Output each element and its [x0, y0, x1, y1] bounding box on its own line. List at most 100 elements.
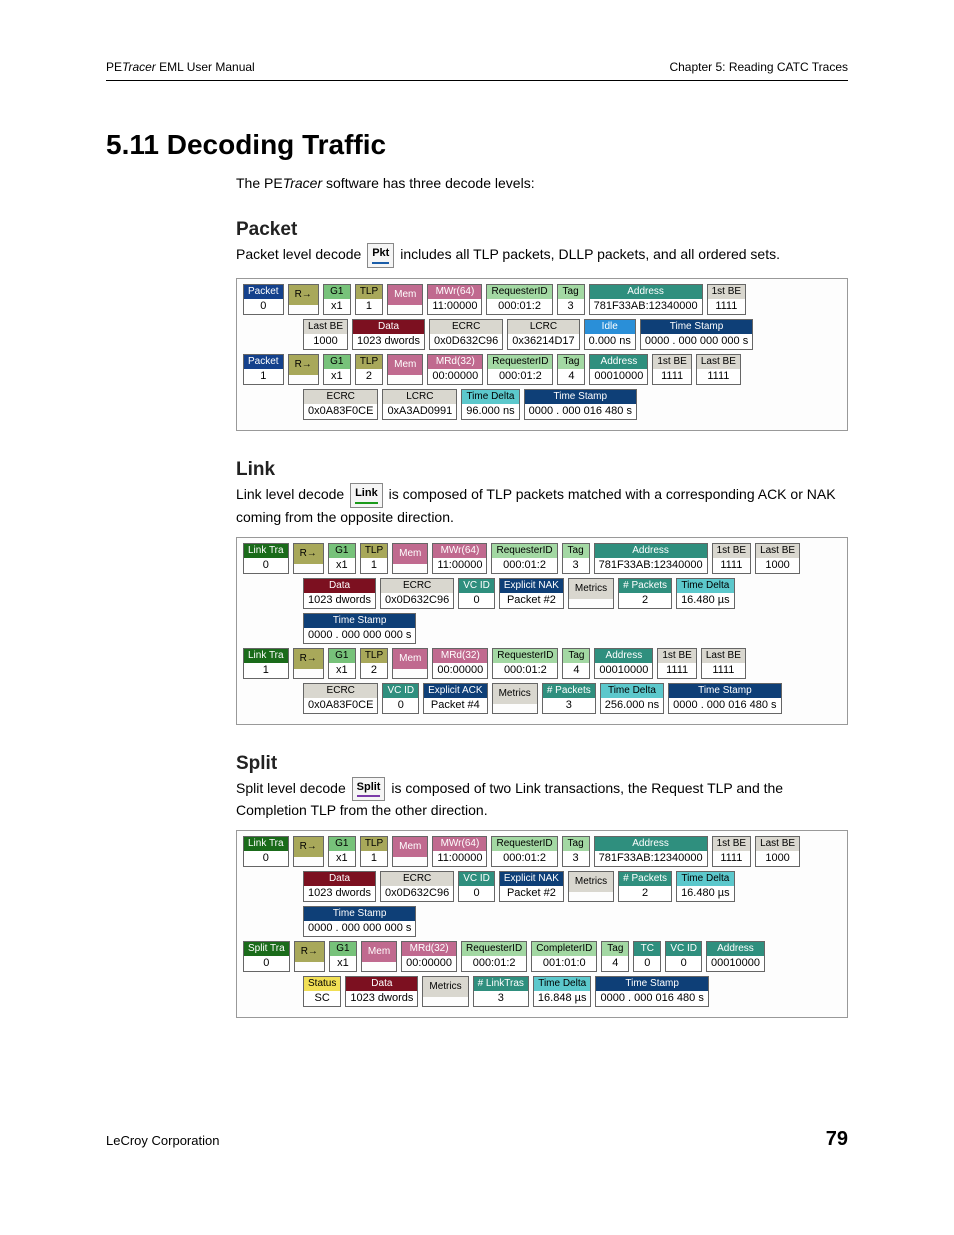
lane-cell: G1x1 [328, 543, 356, 574]
reqid-cell: RequesterID000:01:2 [461, 941, 527, 972]
op-cell: MWr(64)11:00000 [432, 836, 487, 867]
npackets-cell: # Packets2 [618, 871, 672, 902]
timestamp-cell: Time Stamp0000 . 000 000 000 s [303, 613, 416, 644]
trace-row: Data1023 dwords ECRC0x0D632C96 VC ID0 Ex… [243, 871, 841, 902]
op-cell: MRd(32)00:00000 [427, 354, 483, 385]
link-trace-figure: Link Tra0 R→ G1x1 TLP1 Mem MWr(64)11:000… [236, 537, 848, 725]
timestamp-cell: Time Stamp0000 . 000 016 480 s [668, 683, 781, 714]
trace-row: ECRC0x0A83F0CE LCRC0xA3AD0991 Time Delta… [243, 389, 841, 420]
type-cell: TLP1 [360, 543, 388, 574]
compid-cell: CompleterID001:01:0 [531, 941, 597, 972]
data-cell: Data1023 dwords [345, 976, 418, 1007]
lane-cell: G1x1 [328, 648, 356, 679]
firstbe-cell: 1st BE1111 [707, 284, 746, 315]
expnak-cell: Explicit NAKPacket #2 [499, 578, 564, 609]
link-heading: Link [236, 459, 848, 481]
mem-cell: Mem [361, 941, 397, 972]
timedelta-cell: Time Delta16.848 µs [533, 976, 592, 1007]
ecrc-cell: ECRC0x0A83F0CE [303, 389, 378, 420]
data-cell: Data1023 dwords [303, 871, 376, 902]
op-cell: MRd(32)00:00000 [432, 648, 488, 679]
page-footer: LeCroy Corporation 79 [106, 1128, 848, 1151]
tc-cell: TC0 [633, 941, 661, 972]
data-cell: Data1023 dwords [352, 319, 425, 350]
lcrc-cell: LCRC0xA3AD0991 [382, 389, 457, 420]
mem-cell: Mem [387, 284, 423, 315]
ecrc-cell: ECRC0x0A83F0CE [303, 683, 378, 714]
trace-row: Time Stamp0000 . 000 000 000 s [243, 906, 841, 937]
direction-cell: R→ [293, 836, 324, 867]
packet-heading: Packet [236, 219, 848, 241]
timestamp-cell: Time Stamp0000 . 000 000 000 s [303, 906, 416, 937]
timestamp-cell: Time Stamp0000 . 000 016 480 s [595, 976, 708, 1007]
ecrc-cell: ECRC0x0D632C96 [380, 871, 454, 902]
idle-cell: Idle0.000 ns [584, 319, 636, 350]
page-header: PETracer EML User Manual Chapter 5: Read… [106, 60, 848, 81]
link-paragraph: Link level decode Link is composed of TL… [236, 483, 848, 527]
trace-row: Link Tra0 R→ G1x1 TLP1 Mem MWr(64)11:000… [243, 836, 841, 867]
trace-row: Data1023 dwords ECRC0x0D632C96 VC ID0 Ex… [243, 578, 841, 609]
lastbe-cell: Last BE1000 [303, 319, 348, 350]
trace-row: Split Tra0 R→ G1x1 Mem MRd(32)00:00000 R… [243, 941, 841, 972]
vcid-cell: VC ID0 [458, 871, 495, 902]
tag-cell: Tag4 [601, 941, 629, 972]
pkt-icon: Pkt [367, 243, 394, 268]
op-cell: MWr(64)11:00000 [427, 284, 482, 315]
firstbe-cell: 1st BE1111 [657, 648, 696, 679]
timestamp-cell: Time Stamp0000 . 000 016 480 s [524, 389, 637, 420]
vcid-cell: VC ID0 [382, 683, 419, 714]
linktra-header-cell: Link Tra0 [243, 543, 289, 574]
trace-row: Packet1 R→ G1x1 TLP2 Mem MRd(32)00:00000… [243, 354, 841, 385]
header-left: PETracer EML User Manual [106, 60, 255, 74]
data-cell: Data1023 dwords [303, 578, 376, 609]
timedelta-cell: Time Delta96.000 ns [461, 389, 519, 420]
ecrc-cell: ECRC0x0D632C96 [380, 578, 454, 609]
addr-cell: Address00010000 [589, 354, 648, 385]
linktra-header-cell: Link Tra0 [243, 836, 289, 867]
op-cell: MWr(64)11:00000 [432, 543, 487, 574]
addr-cell: Address781F33AB:12340000 [594, 836, 708, 867]
type-cell: TLP1 [360, 836, 388, 867]
reqid-cell: RequesterID000:01:2 [491, 543, 557, 574]
addr-cell: Address00010000 [594, 648, 653, 679]
page-title: 5.11 Decoding Traffic [106, 129, 848, 161]
firstbe-cell: 1st BE1111 [712, 836, 751, 867]
status-cell: StatusSC [303, 976, 341, 1007]
trace-row: Link Tra1 R→ G1x1 TLP2 Mem MRd(32)00:000… [243, 648, 841, 679]
trace-row: ECRC0x0A83F0CE VC ID0 Explicit ACKPacket… [243, 683, 841, 714]
lastbe-cell: Last BE1111 [696, 354, 741, 385]
type-cell: TLP2 [355, 354, 383, 385]
tag-cell: Tag3 [562, 836, 590, 867]
mem-cell: Mem [392, 836, 428, 867]
addr-cell: Address00010000 [706, 941, 765, 972]
nlinktras-cell: # LinkTras3 [473, 976, 529, 1007]
addr-cell: Address781F33AB:12340000 [589, 284, 703, 315]
mem-cell: Mem [392, 543, 428, 574]
metrics-cell: Metrics [422, 976, 468, 1007]
timestamp-cell: Time Stamp0000 . 000 000 000 s [640, 319, 753, 350]
lastbe-cell: Last BE1000 [755, 543, 800, 574]
reqid-cell: RequesterID000:01:2 [487, 354, 553, 385]
firstbe-cell: 1st BE1111 [652, 354, 691, 385]
split-heading: Split [236, 753, 848, 775]
lane-cell: G1x1 [323, 354, 351, 385]
lastbe-cell: Last BE1111 [701, 648, 746, 679]
expnak-cell: Explicit NAKPacket #2 [499, 871, 564, 902]
lastbe-cell: Last BE1000 [755, 836, 800, 867]
direction-cell: R→ [288, 284, 319, 315]
reqid-cell: RequesterID000:01:2 [486, 284, 552, 315]
tag-cell: Tag3 [557, 284, 585, 315]
direction-cell: R→ [293, 543, 324, 574]
vcid-cell: VC ID0 [458, 578, 495, 609]
intro-text: The PETracer software has three decode l… [236, 175, 848, 191]
header-right: Chapter 5: Reading CATC Traces [669, 60, 848, 74]
link-icon: Link [350, 483, 383, 508]
packet-paragraph: Packet level decode Pkt includes all TLP… [236, 243, 848, 268]
addr-cell: Address781F33AB:12340000 [594, 543, 708, 574]
lane-cell: G1x1 [329, 941, 357, 972]
packet-header-cell: Packet1 [243, 354, 284, 385]
trace-row: Link Tra0 R→ G1x1 TLP1 Mem MWr(64)11:000… [243, 543, 841, 574]
vcid-cell: VC ID0 [665, 941, 702, 972]
direction-cell: R→ [288, 354, 319, 385]
direction-cell: R→ [294, 941, 325, 972]
